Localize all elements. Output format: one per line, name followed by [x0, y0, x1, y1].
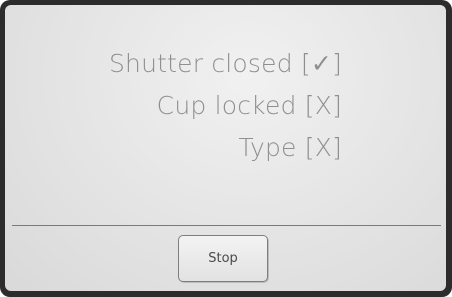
divider [12, 225, 441, 226]
touch-screen: Shutter closed [✓] Cup locked [X] Type [… [5, 5, 446, 291]
status-list: Shutter closed [✓] Cup locked [X] Type [… [109, 51, 342, 177]
stop-button[interactable]: Stop [178, 235, 268, 282]
device-bezel: Shutter closed [✓] Cup locked [X] Type [… [0, 0, 452, 297]
status-cup-locked: Cup locked [X] [156, 91, 342, 120]
status-type: Type [X] [238, 133, 342, 162]
status-shutter-closed: Shutter closed [✓] [108, 49, 342, 78]
